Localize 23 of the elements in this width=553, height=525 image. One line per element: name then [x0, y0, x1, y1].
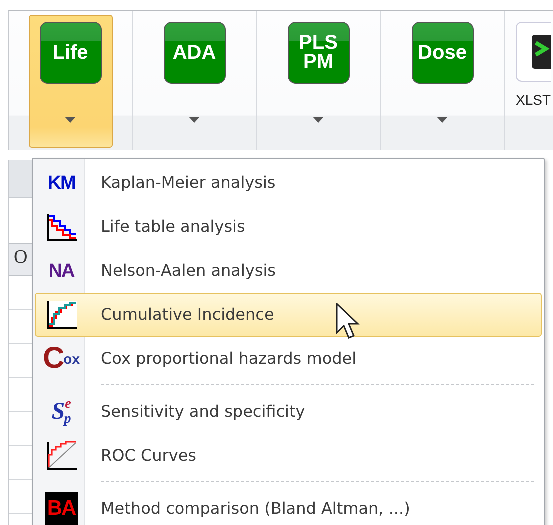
step-chart-icon — [46, 212, 78, 242]
menu-item[interactable]: KM Kaplan-Meier analysis — [35, 161, 542, 205]
ribbon-button[interactable]: XLST — [515, 15, 552, 148]
menu-item[interactable]: NA Nelson-Aalen analysis — [35, 249, 542, 293]
ribbon-button[interactable]: PLS PM — [276, 15, 360, 148]
roc-curve-icon — [46, 441, 78, 471]
na-icon: NA — [48, 262, 74, 280]
caret-icon — [189, 117, 200, 123]
rising-step-chart-icon — [46, 300, 78, 330]
ribbon-button[interactable]: Life — [28, 15, 112, 148]
menu-item[interactable]: Cumulative Incidence — [35, 293, 542, 337]
ribbon-button[interactable]: Dose — [400, 15, 484, 148]
menu-item[interactable]: Life table analysis — [35, 205, 542, 249]
menu-item[interactable]: ROC Curves — [35, 434, 542, 478]
mouse-cursor-icon — [336, 303, 360, 341]
caret-icon — [65, 117, 76, 123]
column-header: O — [9, 243, 32, 276]
menu-item[interactable]: BA Method comparison (Bland Altman, ...) — [35, 487, 542, 525]
ba-icon: BA — [45, 492, 78, 525]
ribbon-button[interactable]: ADA — [152, 15, 236, 148]
caret-icon — [437, 117, 448, 123]
km-icon: KM — [48, 174, 76, 192]
caret-icon — [313, 117, 324, 123]
